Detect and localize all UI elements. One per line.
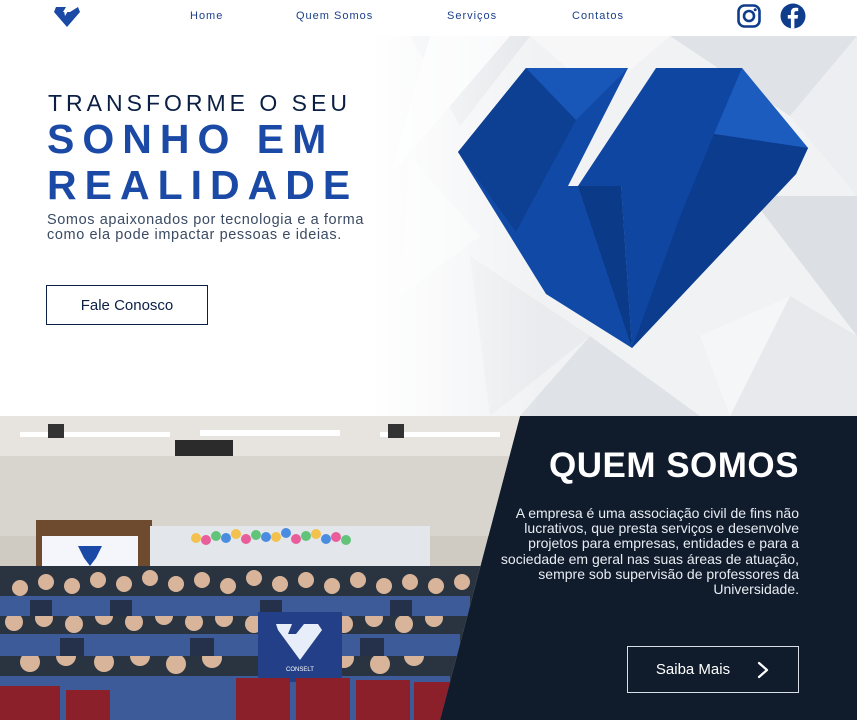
nav-item-home[interactable]: Home [190,10,223,22]
instagram-icon[interactable] [736,3,762,29]
hero-title: SONHO EM REALIDADE [47,116,387,208]
learn-more-label: Saiba Mais [655,661,731,678]
contact-button[interactable]: Fale Conosco [46,285,208,325]
nav-item-servicos[interactable]: Serviços [447,10,497,22]
about-title: QUEM SOMOS [548,446,799,485]
learn-more-button[interactable]: Saiba Mais [627,646,799,693]
hero-section: TRANSFORME O SEU SONHO EM REALIDADE Somo… [0,36,857,416]
hero-subtitle: Somos apaixonados por tecnologia e a for… [47,212,364,243]
hero-title-line-2: REALIDADE [47,162,359,208]
facebook-icon[interactable] [780,3,806,29]
team-photo: CONSELT [0,416,520,720]
hero-title-line-1: SONHO EM [47,116,335,162]
brand-diamond-logo [458,68,808,348]
about-description: A empresa é uma associação civil de fins… [500,505,799,598]
diamond-logo[interactable] [52,4,82,28]
about-section: CONSELT QUEM SOMOS A empresa é uma assoc… [0,416,857,720]
chevron-right-icon [757,661,769,678]
top-navigation: Home Quem Somos Serviços Contatos [0,0,857,36]
banner-text: CONSELT [286,667,314,673]
nav-item-quem-somos[interactable]: Quem Somos [296,10,373,22]
hero-kicker: TRANSFORME O SEU [48,90,351,116]
nav-item-contatos[interactable]: Contatos [572,10,624,22]
